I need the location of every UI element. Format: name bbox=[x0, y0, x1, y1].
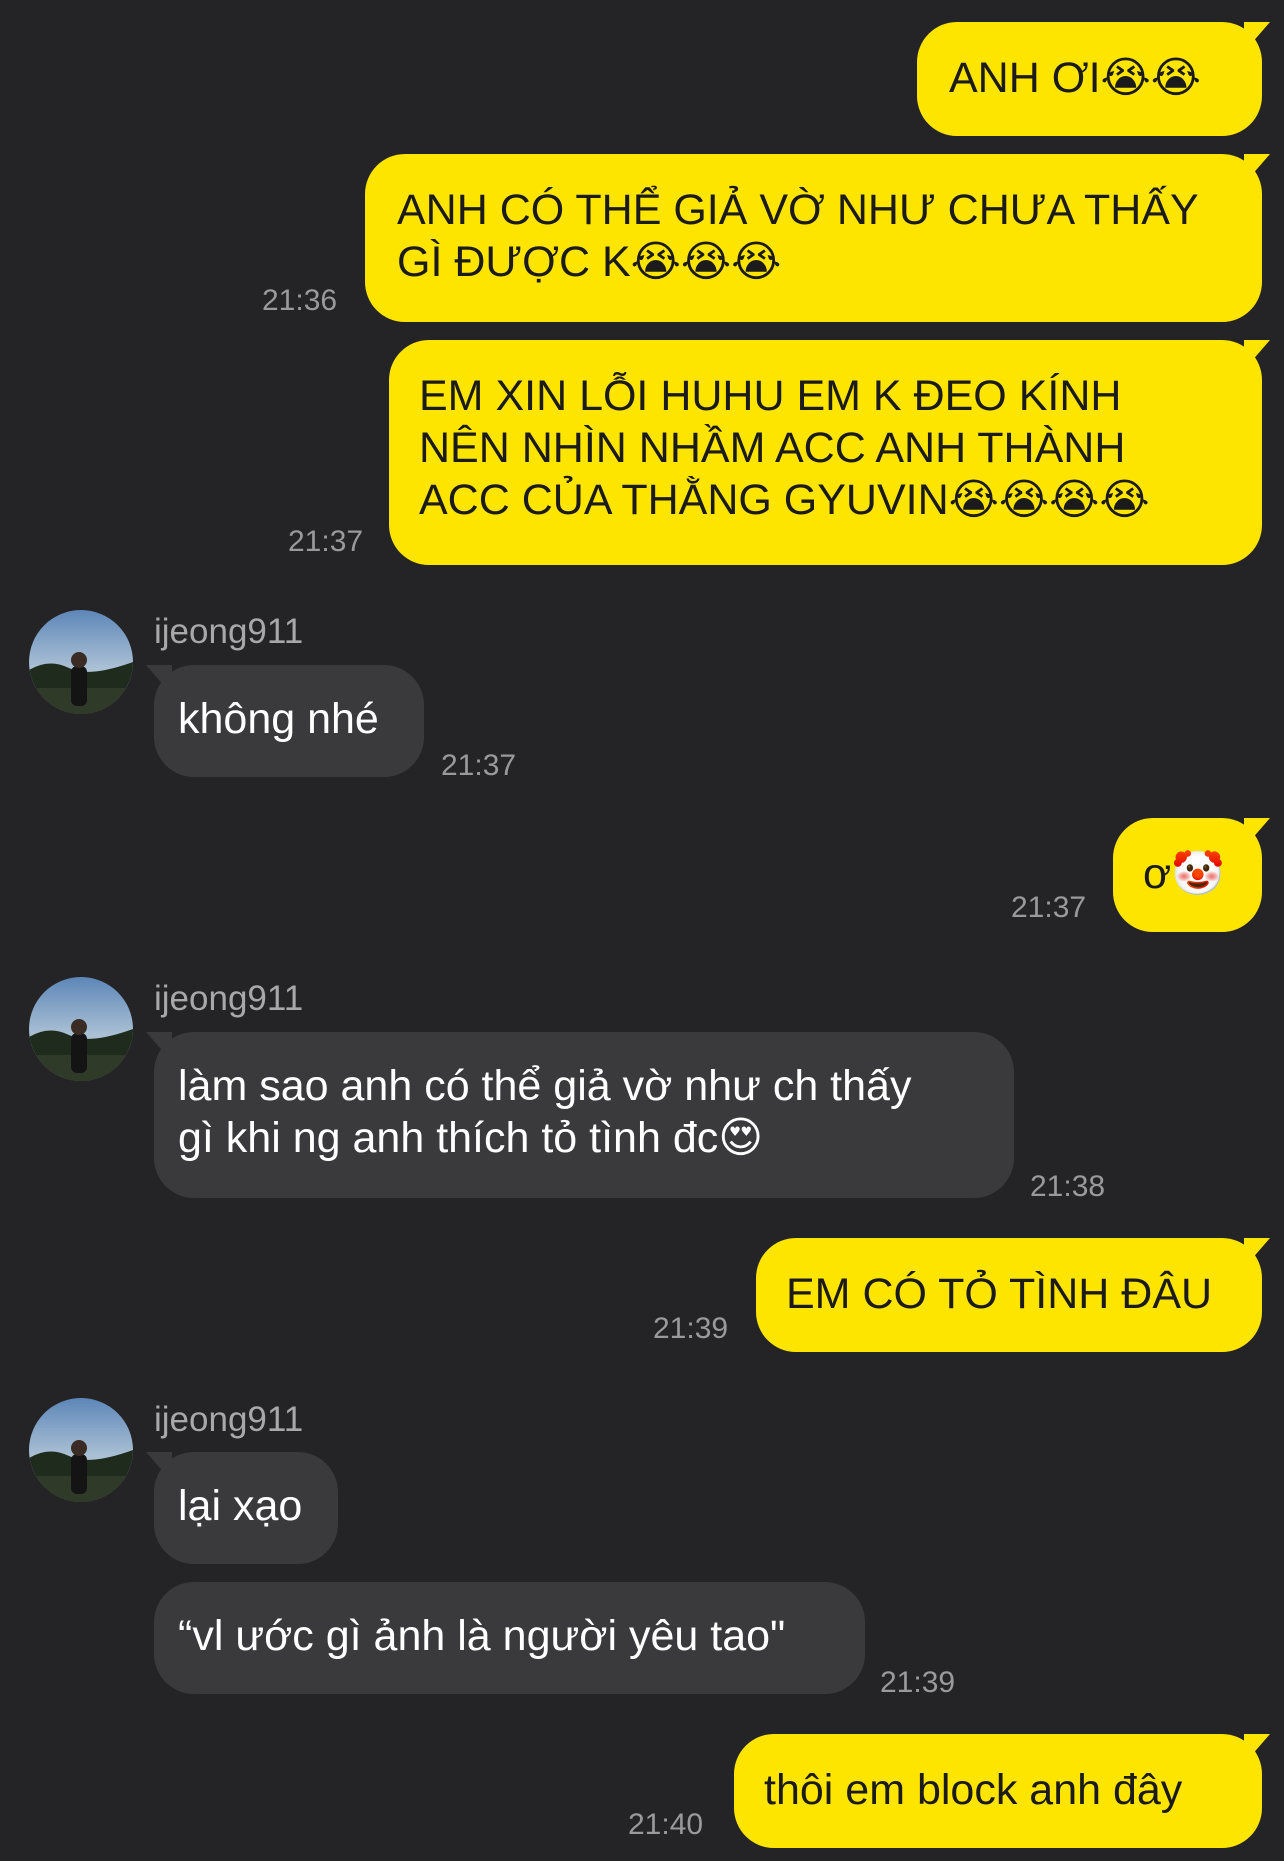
message-timestamp: 21:39 bbox=[653, 1312, 729, 1345]
avatar-photo bbox=[29, 1398, 133, 1502]
outgoing-message-bubble[interactable]: ANH ƠI😭😭 bbox=[917, 22, 1262, 136]
bubble-tail bbox=[146, 1032, 172, 1062]
bubble-tail bbox=[1244, 1734, 1270, 1764]
sender-name: ijeong911 bbox=[154, 979, 304, 1018]
outgoing-message-bubble[interactable]: ANH CÓ THỂ GIẢ VỜ NHƯ CHƯA THẤY GÌ ĐƯỢC … bbox=[365, 154, 1262, 322]
outgoing-message-bubble[interactable]: thôi em block anh đây bbox=[734, 1734, 1262, 1848]
outgoing-message-bubble[interactable]: EM XIN LỖI HUHU EM K ĐEO KÍNH NÊN NHÌN N… bbox=[389, 340, 1262, 565]
message-timestamp: 21:36 bbox=[262, 284, 338, 317]
message-timestamp: 21:37 bbox=[1011, 891, 1087, 924]
avatar-photo bbox=[29, 977, 133, 1081]
message-timestamp: 21:37 bbox=[288, 525, 364, 558]
bubble-tail bbox=[1244, 154, 1270, 184]
contact-avatar[interactable] bbox=[29, 977, 133, 1081]
message-timestamp: 21:39 bbox=[880, 1666, 956, 1699]
bubble-tail bbox=[1244, 1238, 1270, 1268]
sender-name: ijeong911 bbox=[154, 1400, 304, 1439]
bubble-tail bbox=[146, 665, 172, 695]
message-timestamp: 21:40 bbox=[628, 1808, 704, 1841]
bubble-tail bbox=[1244, 22, 1270, 52]
bubble-tail bbox=[1244, 340, 1270, 370]
incoming-message-bubble[interactable]: không nhé bbox=[154, 665, 424, 777]
incoming-message-bubble[interactable]: làm sao anh có thể giả vờ như ch thấy gì… bbox=[154, 1032, 1014, 1198]
contact-avatar[interactable] bbox=[29, 610, 133, 714]
sender-name: ijeong911 bbox=[154, 612, 304, 651]
bubble-tail bbox=[146, 1452, 172, 1482]
contact-avatar[interactable] bbox=[29, 1398, 133, 1502]
incoming-message-bubble[interactable]: “vl ước gì ảnh là người yêu tao" bbox=[154, 1582, 865, 1694]
incoming-message-bubble[interactable]: lại xạo bbox=[154, 1452, 338, 1564]
message-timestamp: 21:38 bbox=[1030, 1170, 1106, 1203]
bubble-tail bbox=[1244, 818, 1270, 848]
outgoing-message-bubble[interactable]: EM CÓ TỎ TÌNH ĐÂU bbox=[756, 1238, 1262, 1352]
message-timestamp: 21:37 bbox=[441, 749, 517, 782]
avatar-photo bbox=[29, 610, 133, 714]
outgoing-message-bubble[interactable]: ơ🤡 bbox=[1113, 818, 1262, 932]
